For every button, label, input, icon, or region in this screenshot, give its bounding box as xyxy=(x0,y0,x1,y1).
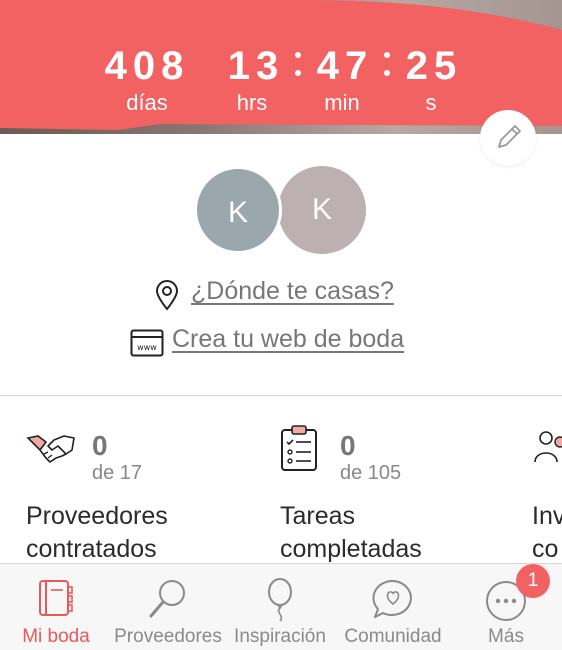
hours-unit: hrs xyxy=(236,90,268,115)
tab-label: Más xyxy=(488,626,524,647)
handshake-icon xyxy=(26,435,75,463)
tasks-total: de 105 xyxy=(340,462,402,484)
location-pin-icon xyxy=(155,280,179,311)
bottom-tab-bar: Mi boda Proveedores Inspiración Comunida… xyxy=(0,563,562,650)
vendors-label-line2: contratados xyxy=(26,535,157,563)
tab-label: Inspiración xyxy=(234,626,326,647)
minutes-unit: min xyxy=(324,90,360,115)
avatar-partner-b[interactable]: K xyxy=(278,166,366,254)
tasks-label-line2: completadas xyxy=(280,535,422,563)
guests-icon xyxy=(534,431,562,463)
divider xyxy=(0,395,562,396)
guests-label-line1: Inv xyxy=(532,502,562,530)
pencil-icon xyxy=(498,125,521,148)
search-icon xyxy=(149,580,185,618)
notification-badge: 1 xyxy=(516,564,550,598)
tasks-count: 0 xyxy=(340,430,356,461)
colon-separator xyxy=(382,52,392,88)
svg-text:www: www xyxy=(137,343,157,352)
where-link-row[interactable]: ¿Dónde te casas? xyxy=(0,277,562,311)
tab-label: Comunidad xyxy=(344,626,442,647)
stat-guests[interactable]: Inv co xyxy=(532,420,562,565)
seconds-value: 25 xyxy=(405,44,463,88)
tab-mi-boda[interactable]: Mi boda xyxy=(0,564,112,650)
vendors-label-line1: Proveedores xyxy=(26,502,168,530)
balloon-icon xyxy=(268,578,292,622)
website-icon: www xyxy=(130,329,164,357)
where-link[interactable]: ¿Dónde te casas? xyxy=(191,277,394,306)
vendors-count: 0 xyxy=(92,430,108,461)
tab-inspiracion[interactable]: Inspiración xyxy=(224,564,336,650)
countdown-header: 408 días 13 hrs 47 min 25 s xyxy=(0,0,562,134)
hours-value: 13 xyxy=(227,44,285,88)
seconds-unit: s xyxy=(425,90,437,115)
minutes-value: 47 xyxy=(316,44,374,88)
tab-label: Mi boda xyxy=(22,626,90,647)
days-value: 408 xyxy=(104,44,190,88)
colon-separator xyxy=(293,52,303,88)
avatar-partner-a[interactable]: K xyxy=(194,166,282,254)
checklist-icon xyxy=(281,425,317,471)
edit-button[interactable] xyxy=(480,110,536,166)
tab-label: Proveedores xyxy=(114,626,222,647)
stat-tasks[interactable]: 0 de 105 Tareas completadas xyxy=(280,420,510,565)
web-link-row[interactable]: www Crea tu web de boda xyxy=(0,325,562,357)
days-unit: días xyxy=(126,90,168,115)
tasks-label-line1: Tareas xyxy=(280,502,356,530)
stat-vendors[interactable]: 0 de 17 Proveedores contratados xyxy=(26,420,256,565)
tab-comunidad[interactable]: Comunidad xyxy=(336,564,450,650)
vendors-total: de 17 xyxy=(92,462,143,484)
tab-proveedores[interactable]: Proveedores xyxy=(112,564,224,650)
countdown: 408 días 13 hrs 47 min 25 s xyxy=(0,44,562,124)
planner-icon xyxy=(39,580,73,616)
web-link[interactable]: Crea tu web de boda xyxy=(172,325,404,354)
guests-label-line2: co xyxy=(532,535,559,563)
chat-heart-icon xyxy=(372,579,412,618)
